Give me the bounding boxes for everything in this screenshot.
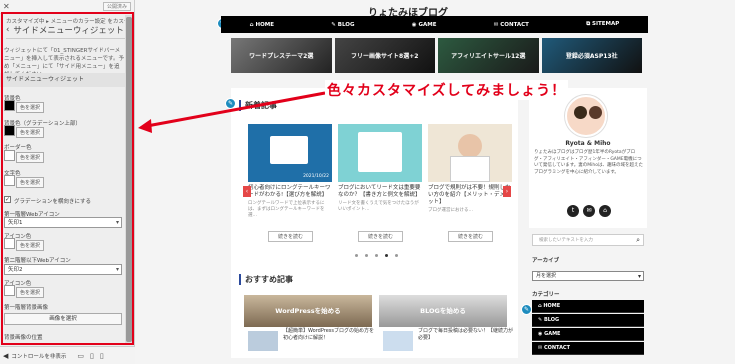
annotation-text: 色々カスタマイズしてみましょう！: [325, 80, 569, 100]
annotation-arrow-icon: [138, 91, 326, 133]
screenshot-root: ✕ 公開済み カスタマイズ中 ▸ メニューのカラー設定 をカスタマイズし… ‹ …: [0, 0, 735, 364]
